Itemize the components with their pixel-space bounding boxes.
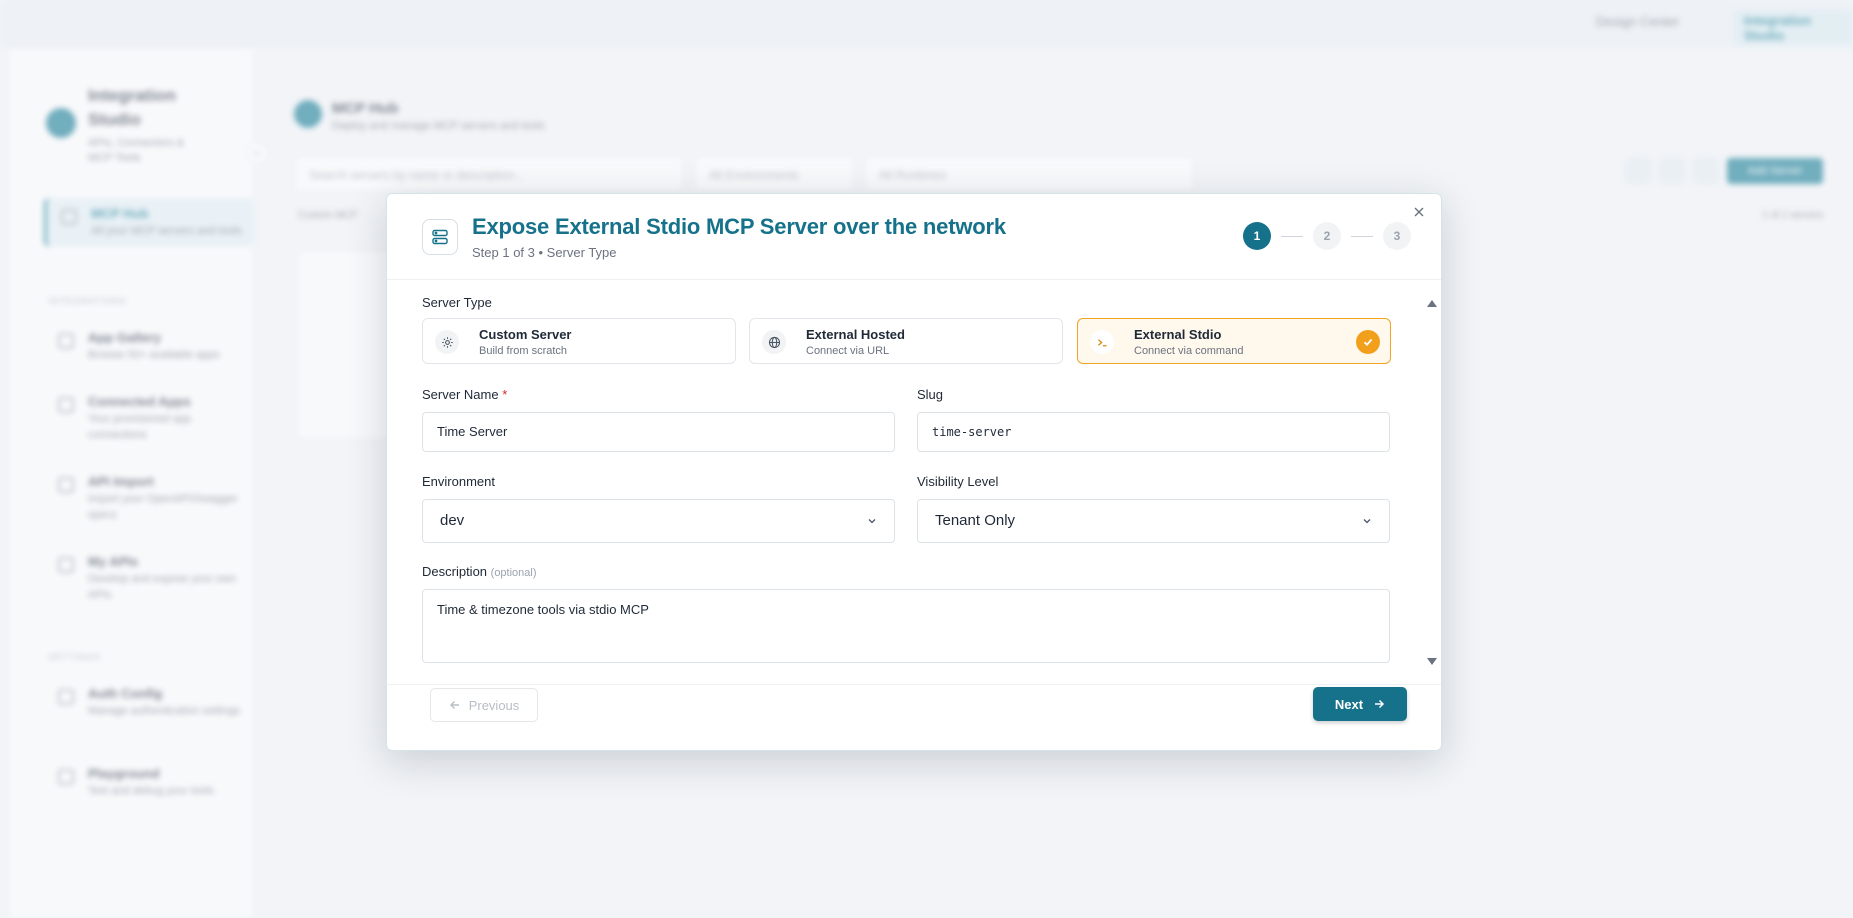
step-3: 3 [1383, 222, 1411, 250]
scroll-up-arrow[interactable] [1427, 300, 1437, 307]
optional-label: (optional) [490, 567, 537, 579]
modal-title: Expose External Stdio MCP Server over th… [472, 214, 1006, 239]
slug-input[interactable]: time-server [917, 412, 1390, 452]
gear-icon [435, 330, 459, 354]
server-name-label-text: Server Name [422, 387, 499, 402]
modal-header: Expose External Stdio MCP Server over th… [387, 194, 1441, 280]
previous-button[interactable]: Previous [430, 688, 538, 722]
globe-icon [762, 330, 786, 354]
server-type-external-stdio[interactable]: External Stdio Connect via command [1077, 318, 1391, 364]
visibility-select[interactable]: Tenant Only [917, 499, 1390, 543]
server-type-label: Server Type [422, 295, 492, 310]
create-server-modal: Expose External Stdio MCP Server over th… [386, 193, 1442, 751]
slug-label: Slug [917, 387, 944, 402]
stepper: 1 2 3 [1243, 222, 1411, 250]
close-icon [1414, 207, 1424, 217]
visibility-label: Visibility Level [917, 474, 999, 489]
server-type-custom[interactable]: Custom Server Build from scratch [422, 318, 736, 364]
next-label: Next [1334, 696, 1364, 712]
description-textarea[interactable]: Time & timezone tools via stdio MCP [422, 589, 1390, 663]
required-mark: * [502, 387, 508, 402]
next-button[interactable]: Next [1313, 687, 1407, 721]
chevron-down-icon [868, 519, 876, 524]
step-1: 1 [1243, 222, 1271, 250]
chevron-down-icon [1363, 519, 1371, 524]
server-type-subtitle: Connect via URL [806, 345, 890, 357]
step-2: 2 [1313, 222, 1341, 250]
previous-label: Previous [468, 697, 520, 713]
server-type-subtitle: Build from scratch [479, 345, 568, 357]
environment-value: dev [440, 512, 465, 529]
close-button[interactable] [1411, 204, 1427, 220]
environment-select[interactable]: dev [422, 499, 895, 543]
visibility-value: Tenant Only [935, 512, 1016, 529]
selected-check-icon [1356, 330, 1380, 354]
description-label-text: Description [422, 564, 488, 579]
step-connector [1351, 235, 1373, 237]
arrow-left-icon [449, 701, 459, 709]
terminal-icon [1090, 330, 1114, 354]
server-type-external-hosted[interactable]: External Hosted Connect via URL [749, 318, 1063, 364]
arrow-right-icon [1375, 699, 1385, 709]
server-type-title: Custom Server [479, 327, 572, 342]
environment-label: Environment [422, 474, 495, 489]
step-connector [1281, 235, 1303, 237]
server-type-title: External Stdio [1134, 327, 1222, 342]
server-icon [422, 219, 458, 255]
server-name-input[interactable]: Time Server [422, 412, 895, 452]
server-name-label: Server Name * [422, 387, 507, 402]
server-type-title: External Hosted [806, 327, 905, 342]
modal-footer [387, 684, 1441, 750]
server-type-subtitle: Connect via command [1134, 345, 1244, 357]
scroll-down-arrow[interactable] [1427, 658, 1437, 665]
description-label: Description (optional) [422, 564, 537, 579]
modal-subtitle: Step 1 of 3 • Server Type [472, 245, 617, 260]
